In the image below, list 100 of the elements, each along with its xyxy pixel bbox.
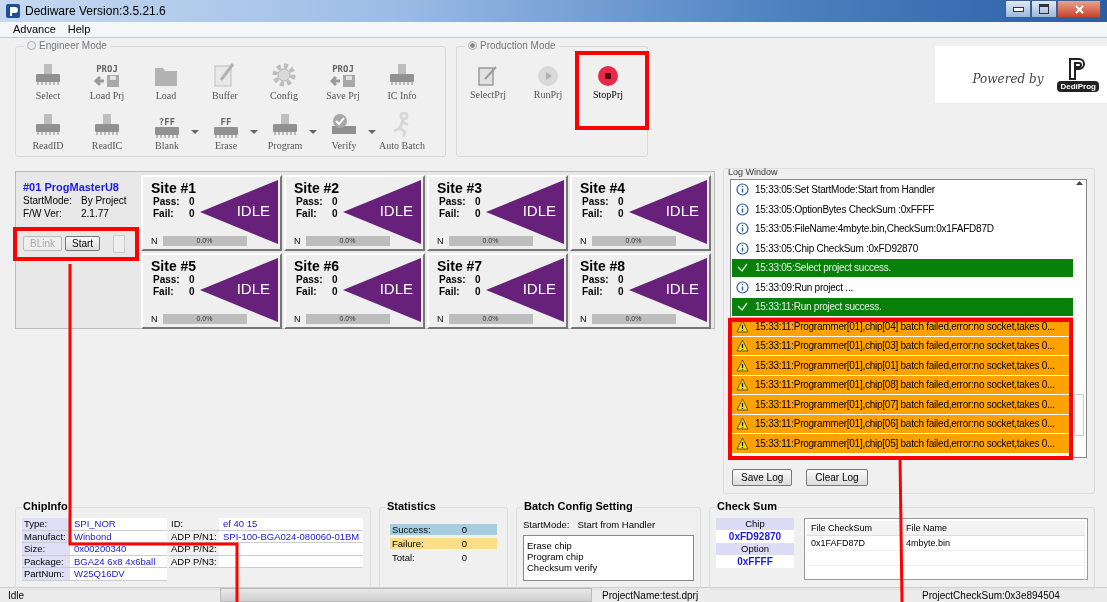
mode-indicator: N bbox=[294, 235, 301, 246]
field-value: 2.1.77 bbox=[81, 207, 109, 219]
pass-label: Pass: bbox=[439, 195, 467, 208]
statistic-label: Total: bbox=[392, 552, 415, 563]
pass-count: 0 bbox=[618, 195, 624, 208]
checksum-label: Chip bbox=[716, 518, 794, 531]
field-value: Start from Handler bbox=[577, 519, 656, 530]
panel-title: Batch Config Setting bbox=[523, 500, 634, 512]
settings-icon bbox=[271, 62, 297, 89]
warning-icon bbox=[736, 378, 749, 392]
log-text: 15:33:11:Programmer[01],chip[07] batch failed,error:no socket,takes 0... bbox=[755, 398, 1055, 410]
site-status: IDLE bbox=[236, 279, 270, 297]
site-title: Site #2 bbox=[294, 179, 341, 196]
fail-count: 0 bbox=[618, 285, 624, 298]
radio-button[interactable] bbox=[27, 40, 36, 50]
toolbar-button[interactable]: StopPrj bbox=[583, 56, 633, 100]
menu-item[interactable]: Advance bbox=[13, 23, 56, 36]
statistic-value: 0 bbox=[461, 552, 467, 563]
menu-item[interactable]: Help bbox=[67, 23, 91, 36]
log-text: 15:33:05:OptionBytes CheckSum :0xFFFF bbox=[755, 203, 935, 215]
panel-title: Check Sum bbox=[716, 500, 778, 512]
info-label: PartNum: bbox=[22, 568, 70, 580]
log-text: 15:33:05:Set StartMode:Start from Handler bbox=[755, 184, 935, 196]
info-value: ef 40 15 bbox=[219, 518, 363, 530]
fail-count: 0 bbox=[332, 207, 338, 220]
fail-count: 0 bbox=[475, 207, 481, 220]
play-icon bbox=[537, 64, 559, 87]
fail-label: Fail: bbox=[439, 207, 461, 220]
pass-label: Pass: bbox=[153, 273, 181, 286]
fail-label: Fail: bbox=[153, 285, 175, 298]
check-icon bbox=[736, 300, 749, 314]
step-item: Checksum verify bbox=[527, 562, 599, 573]
statistic-label: Failure: bbox=[392, 538, 424, 549]
site-status: IDLE bbox=[379, 201, 413, 219]
info-icon bbox=[736, 183, 749, 197]
statistic-value: 0 bbox=[461, 538, 467, 549]
info-icon bbox=[736, 241, 749, 255]
pass-count: 0 bbox=[475, 273, 481, 286]
log-text: 15:33:11:Programmer[01],chip[08] batch failed,error:no socket,takes 0... bbox=[755, 379, 1055, 391]
site-title: Site #5 bbox=[151, 257, 198, 274]
site-title: Site #4 bbox=[580, 179, 627, 196]
maximize-button[interactable] bbox=[1031, 0, 1057, 18]
pass-label: Pass: bbox=[296, 195, 324, 208]
log-text: 15:33:11:Programmer[01],chip[01] batch failed,error:no socket,takes 0... bbox=[755, 359, 1055, 371]
site-title: Site #8 bbox=[580, 257, 627, 274]
checksum-label: Option bbox=[716, 543, 794, 556]
fail-label: Fail: bbox=[153, 207, 175, 220]
project-checksum: ProjectCheckSum:0x3e894504 bbox=[922, 589, 1060, 601]
site-title: Site #6 bbox=[294, 257, 341, 274]
fail-count: 0 bbox=[332, 285, 338, 298]
scroll-up-arrow-icon[interactable] bbox=[1075, 180, 1083, 185]
pass-count: 0 bbox=[332, 273, 338, 286]
log-button[interactable]: Save Log bbox=[732, 468, 793, 486]
log-text: 15:33:11:Run project success. bbox=[755, 301, 882, 313]
warning-icon bbox=[736, 417, 749, 431]
info-value: W25Q16DV bbox=[70, 568, 167, 580]
chip-icon bbox=[214, 127, 238, 139]
step-item: Erase chip bbox=[527, 540, 573, 551]
radio-button[interactable] bbox=[468, 40, 477, 50]
site-status: IDLE bbox=[665, 201, 699, 219]
status-text: Idle bbox=[7, 589, 26, 601]
info-icon bbox=[736, 202, 749, 216]
pass-label: Pass: bbox=[582, 195, 610, 208]
log-text: 15:33:11:Programmer[01],chip[05] batch failed,error:no socket,takes 0... bbox=[755, 437, 1055, 449]
scroll-thumb[interactable] bbox=[1074, 393, 1084, 436]
floppy-disk-icon bbox=[328, 74, 358, 89]
mode-indicator: N bbox=[437, 313, 444, 324]
info-value: 0x00200340 bbox=[70, 543, 167, 555]
pass-label: Pass: bbox=[296, 273, 324, 286]
info-icon bbox=[736, 280, 749, 294]
table-cell: 4mbyte.bin bbox=[902, 536, 1085, 550]
info-value: SPI_NOR bbox=[70, 518, 167, 530]
field-label: F/W Ver: bbox=[23, 207, 63, 219]
close-button[interactable] bbox=[1057, 0, 1101, 18]
programmer-title: #01 ProgMasterU8 bbox=[23, 180, 120, 193]
check-icon bbox=[736, 261, 749, 275]
warning-icon bbox=[736, 397, 749, 411]
start-button[interactable]: Start bbox=[65, 236, 101, 252]
mode-label: Production Mode bbox=[480, 39, 556, 51]
pass-count: 0 bbox=[189, 195, 195, 208]
pass-label: Pass: bbox=[439, 273, 467, 286]
window-title: Dediware Version:3.5.21.6 bbox=[25, 3, 166, 18]
checksum-value: 0xFD92870 bbox=[716, 531, 794, 543]
notepad-pencil-icon bbox=[213, 62, 237, 89]
log-text: 15:33:05:Select project success. bbox=[755, 262, 891, 274]
site-title: Site #1 bbox=[151, 179, 198, 196]
fail-label: Fail: bbox=[582, 207, 604, 220]
app-logo-icon bbox=[6, 3, 20, 18]
log-button[interactable]: Clear Log bbox=[806, 468, 868, 486]
minimize-button[interactable] bbox=[1005, 0, 1031, 18]
tablet-pen-icon bbox=[477, 64, 499, 87]
log-text: 15:33:05:Chip CheckSum :0xFD92870 bbox=[755, 242, 918, 254]
fail-label: Fail: bbox=[582, 285, 604, 298]
panel-title: ChipInfo bbox=[22, 500, 69, 512]
field-value: By Project bbox=[81, 194, 127, 206]
column-header: File CheckSum bbox=[807, 521, 902, 535]
chip-icon bbox=[155, 127, 179, 139]
step-item: Program chip bbox=[527, 551, 585, 562]
pass-count: 0 bbox=[475, 195, 481, 208]
site-title: Site #7 bbox=[437, 257, 484, 274]
